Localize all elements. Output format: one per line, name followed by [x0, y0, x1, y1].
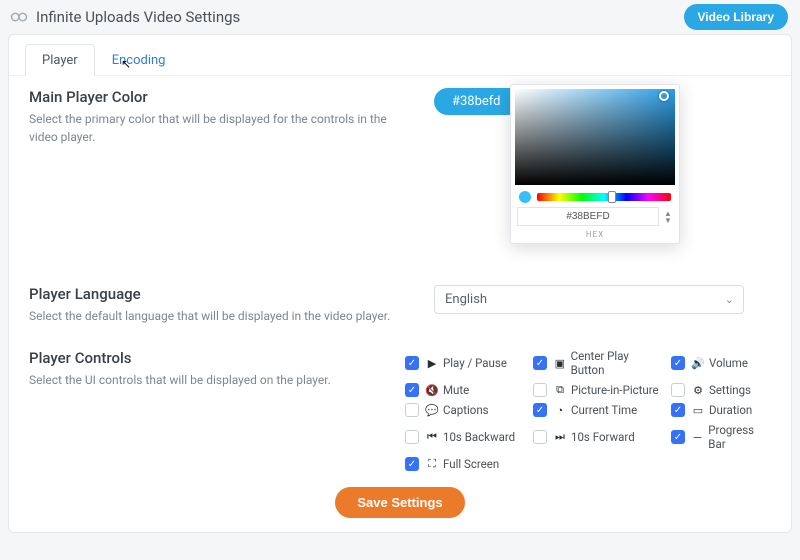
- language-select-area: English ⌄: [434, 285, 771, 325]
- control-pip[interactable]: ⧉ Picture-in-Picture: [533, 383, 663, 397]
- header-left: Infinite Uploads Video Settings: [10, 8, 240, 26]
- control-label: Current Time: [571, 403, 637, 417]
- checkbox[interactable]: ✓: [671, 403, 685, 417]
- checkbox[interactable]: [405, 403, 419, 417]
- checkbox[interactable]: [533, 430, 547, 444]
- progress-icon: ─: [691, 431, 704, 444]
- tab-player[interactable]: Player: [25, 44, 95, 76]
- tabs: Player Encoding ↖: [9, 43, 791, 76]
- infinite-uploads-logo-icon: [10, 8, 28, 26]
- control-current-time[interactable]: ✓ ◔ Current Time: [533, 403, 663, 417]
- gear-icon: ⚙: [691, 384, 705, 397]
- duration-icon: ▭: [691, 404, 705, 417]
- checkbox[interactable]: ✓: [671, 430, 685, 444]
- select-wrap: English ⌄: [434, 285, 744, 314]
- color-picker-area: #38befd ▲▼ HEX: [434, 88, 771, 281]
- control-settings[interactable]: ⚙ Settings: [671, 383, 771, 397]
- checkbox[interactable]: ✓: [533, 403, 547, 417]
- control-progress-bar[interactable]: ✓ ─ Progress Bar: [671, 423, 771, 451]
- saturation-area[interactable]: [515, 89, 675, 185]
- section-main-player-color: Main Player Color Select the primary col…: [9, 76, 791, 281]
- video-library-button[interactable]: Video Library: [684, 4, 788, 30]
- hue-slider[interactable]: [537, 193, 671, 201]
- section-heading: Player Language: [29, 285, 404, 303]
- control-label: Settings: [709, 383, 751, 397]
- current-color-dot-icon: [519, 191, 531, 203]
- volume-icon: 🔊: [691, 357, 705, 370]
- control-label: Mute: [443, 383, 469, 397]
- section-desc: Select the primary color that will be di…: [29, 110, 404, 146]
- control-mute[interactable]: ✓ 🔇 Mute: [405, 383, 525, 397]
- section-heading: Main Player Color: [29, 88, 404, 106]
- play-icon: ▶: [425, 357, 439, 370]
- tab-encoding[interactable]: Encoding: [95, 44, 183, 76]
- hue-row: [515, 185, 675, 207]
- control-center-play[interactable]: ✓ ▣ Center Play Button: [533, 349, 663, 377]
- control-label: Center Play Button: [571, 349, 663, 377]
- fullscreen-icon: ⛶: [425, 457, 439, 471]
- clock-icon: ◔: [553, 404, 567, 417]
- hue-handle[interactable]: [608, 191, 616, 203]
- forward-icon: ⏭: [553, 430, 567, 444]
- control-play-pause[interactable]: ✓ ▶ Play / Pause: [405, 349, 525, 377]
- page-title: Infinite Uploads Video Settings: [36, 8, 240, 26]
- rewind-icon: ⏮: [425, 430, 439, 444]
- control-volume[interactable]: ✓ 🔊 Volume: [671, 349, 771, 377]
- section-left: Main Player Color Select the primary col…: [29, 88, 434, 281]
- section-heading: Player Controls: [29, 349, 375, 367]
- control-label: Captions: [443, 403, 489, 417]
- color-swatch-button[interactable]: #38befd: [434, 88, 517, 115]
- center-play-icon: ▣: [553, 357, 567, 370]
- save-settings-button[interactable]: Save Settings: [335, 487, 464, 518]
- checkbox[interactable]: [671, 383, 685, 397]
- control-label: Play / Pause: [443, 356, 507, 370]
- checkbox[interactable]: [405, 430, 419, 444]
- checkbox[interactable]: ✓: [405, 457, 419, 471]
- hex-row: ▲▼: [515, 207, 675, 228]
- format-stepper[interactable]: ▲▼: [659, 210, 673, 224]
- control-full-screen[interactable]: ✓ ⛶ Full Screen: [405, 457, 525, 471]
- control-10s-backward[interactable]: ⏮ 10s Backward: [405, 423, 525, 451]
- control-captions[interactable]: 💬 Captions: [405, 403, 525, 417]
- page-header: Infinite Uploads Video Settings Video Li…: [0, 0, 800, 34]
- control-label: 10s Backward: [443, 430, 515, 444]
- language-select[interactable]: English: [434, 285, 744, 314]
- pip-icon: ⧉: [553, 383, 567, 397]
- section-desc: Select the default language that will be…: [29, 307, 404, 325]
- hex-label: HEX: [515, 228, 675, 239]
- control-label: Volume: [709, 356, 748, 370]
- hex-input[interactable]: [517, 207, 659, 226]
- control-label: Picture-in-Picture: [571, 383, 659, 397]
- checkbox[interactable]: ✓: [405, 383, 419, 397]
- control-label: 10s Forward: [571, 430, 635, 444]
- section-left: Player Language Select the default langu…: [29, 285, 434, 325]
- control-label: Duration: [709, 403, 752, 417]
- controls-grid: ✓ ▶ Play / Pause ✓ ▣ Center Play Button …: [405, 349, 771, 471]
- checkbox[interactable]: [533, 383, 547, 397]
- section-player-controls: Player Controls Select the UI controls t…: [9, 325, 791, 471]
- control-label: Full Screen: [443, 457, 499, 471]
- checkbox[interactable]: ✓: [671, 356, 685, 370]
- settings-card: Player Encoding ↖ Main Player Color Sele…: [8, 34, 792, 533]
- checkbox[interactable]: ✓: [405, 356, 419, 370]
- captions-icon: 💬: [425, 404, 439, 417]
- saturation-handle[interactable]: [659, 91, 669, 101]
- checkbox[interactable]: ✓: [533, 356, 547, 370]
- control-label: Progress Bar: [708, 423, 771, 451]
- save-row: Save Settings: [9, 471, 791, 518]
- section-player-language: Player Language Select the default langu…: [9, 281, 791, 325]
- mute-icon: 🔇: [425, 384, 439, 397]
- control-10s-forward[interactable]: ⏭ 10s Forward: [533, 423, 663, 451]
- color-picker-popover: ▲▼ HEX: [510, 84, 680, 244]
- section-desc: Select the UI controls that will be disp…: [29, 371, 375, 389]
- section-left: Player Controls Select the UI controls t…: [29, 349, 405, 471]
- control-duration[interactable]: ✓ ▭ Duration: [671, 403, 771, 417]
- controls-area: ✓ ▶ Play / Pause ✓ ▣ Center Play Button …: [405, 349, 771, 471]
